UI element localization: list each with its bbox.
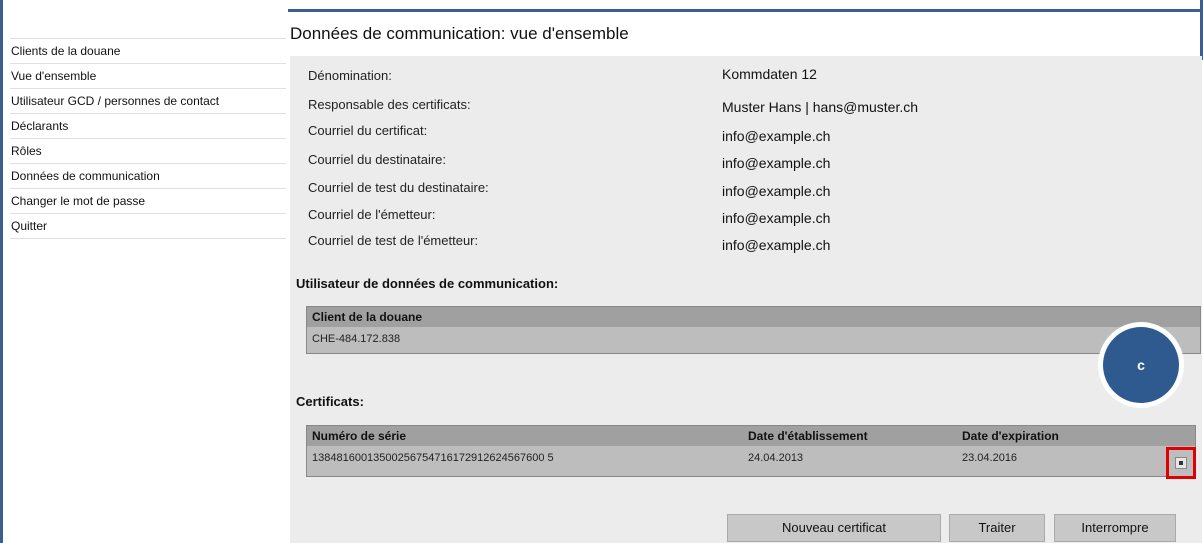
field-label-sender-email: Courriel de l'émetteur: xyxy=(308,207,436,222)
field-value-certificate-manager: Muster Hans | hans@muster.ch xyxy=(722,99,919,115)
field-label-recipient-test-email: Courriel de test du destinataire: xyxy=(308,180,489,195)
users-table-header: Client de la douane xyxy=(307,307,1200,327)
row-action-highlight xyxy=(1166,447,1196,479)
process-button[interactable]: Traiter xyxy=(949,514,1045,542)
column-serial-number: Numéro de série xyxy=(312,429,407,443)
expiry-date-cell: 23.04.2016 xyxy=(962,452,1018,464)
users-table: Client de la douane CHE-484.172.838 xyxy=(306,306,1201,354)
certificates-table: Numéro de série Date d'établissement Dat… xyxy=(306,425,1196,477)
field-label-certificate-manager: Responsable des certificats: xyxy=(308,97,471,112)
issue-date-cell: 24.04.2013 xyxy=(748,452,804,464)
annotation-badge: c xyxy=(1098,322,1184,408)
sidebar-item-communication-data[interactable]: Données de communication xyxy=(10,164,286,189)
cancel-button[interactable]: Interrompre xyxy=(1054,514,1176,542)
field-label-certificate-email: Courriel du certificat: xyxy=(308,123,428,138)
table-row[interactable]: 13848160013500256754716172912624567600 5… xyxy=(307,446,1195,470)
sidebar-item-clients[interactable]: Clients de la douane xyxy=(10,38,286,64)
sidebar-item-roles[interactable]: Rôles xyxy=(10,139,286,164)
field-value-recipient-test-email: info@example.ch xyxy=(722,183,831,199)
field-value-sender-email: info@example.ch xyxy=(722,210,831,226)
page-title: Données de communication: vue d'ensemble xyxy=(290,24,629,43)
new-certificate-button[interactable]: Nouveau certificat xyxy=(727,514,941,542)
field-label-denomination: Dénomination: xyxy=(308,68,392,83)
top-bar xyxy=(0,0,1203,12)
sidebar-nav: Clients de la douane Vue d'ensemble Util… xyxy=(10,38,286,239)
column-expiry-date: Date d'expiration xyxy=(962,429,1059,443)
left-border xyxy=(0,0,3,543)
row-details-icon[interactable] xyxy=(1175,457,1187,469)
sidebar-item-quit[interactable]: Quitter xyxy=(10,214,286,239)
field-value-recipient-email: info@example.ch xyxy=(722,155,831,171)
column-issue-date: Date d'établissement xyxy=(748,429,868,443)
field-label-sender-test-email: Courriel de test de l'émetteur: xyxy=(308,233,479,248)
annotation-badge-label: c xyxy=(1103,327,1179,403)
top-border-line xyxy=(288,9,1203,12)
certificates-section-title: Certificats: xyxy=(296,394,364,409)
users-column-customer: Client de la douane xyxy=(312,310,423,324)
table-row: CHE-484.172.838 xyxy=(312,333,401,345)
sidebar-item-users-contacts[interactable]: Utilisateur GCD / personnes de contact xyxy=(10,89,286,114)
field-label-recipient-email: Courriel du destinataire: xyxy=(308,152,447,167)
certificates-table-header: Numéro de série Date d'établissement Dat… xyxy=(307,426,1195,446)
sidebar-item-overview[interactable]: Vue d'ensemble xyxy=(10,64,286,89)
field-value-sender-test-email: info@example.ch xyxy=(722,237,831,253)
sidebar-item-declarants[interactable]: Déclarants xyxy=(10,114,286,139)
serial-number-cell: 13848160013500256754716172912624567600 5 xyxy=(312,452,554,464)
users-section-title: Utilisateur de données de communication: xyxy=(296,276,559,291)
field-value-denomination: Kommdaten 12 xyxy=(722,66,817,82)
overview-panel: Dénomination: Kommdaten 12 Responsable d… xyxy=(290,56,1202,543)
field-value-certificate-email: info@example.ch xyxy=(722,128,831,144)
sidebar-item-change-password[interactable]: Changer le mot de passe xyxy=(10,189,286,214)
